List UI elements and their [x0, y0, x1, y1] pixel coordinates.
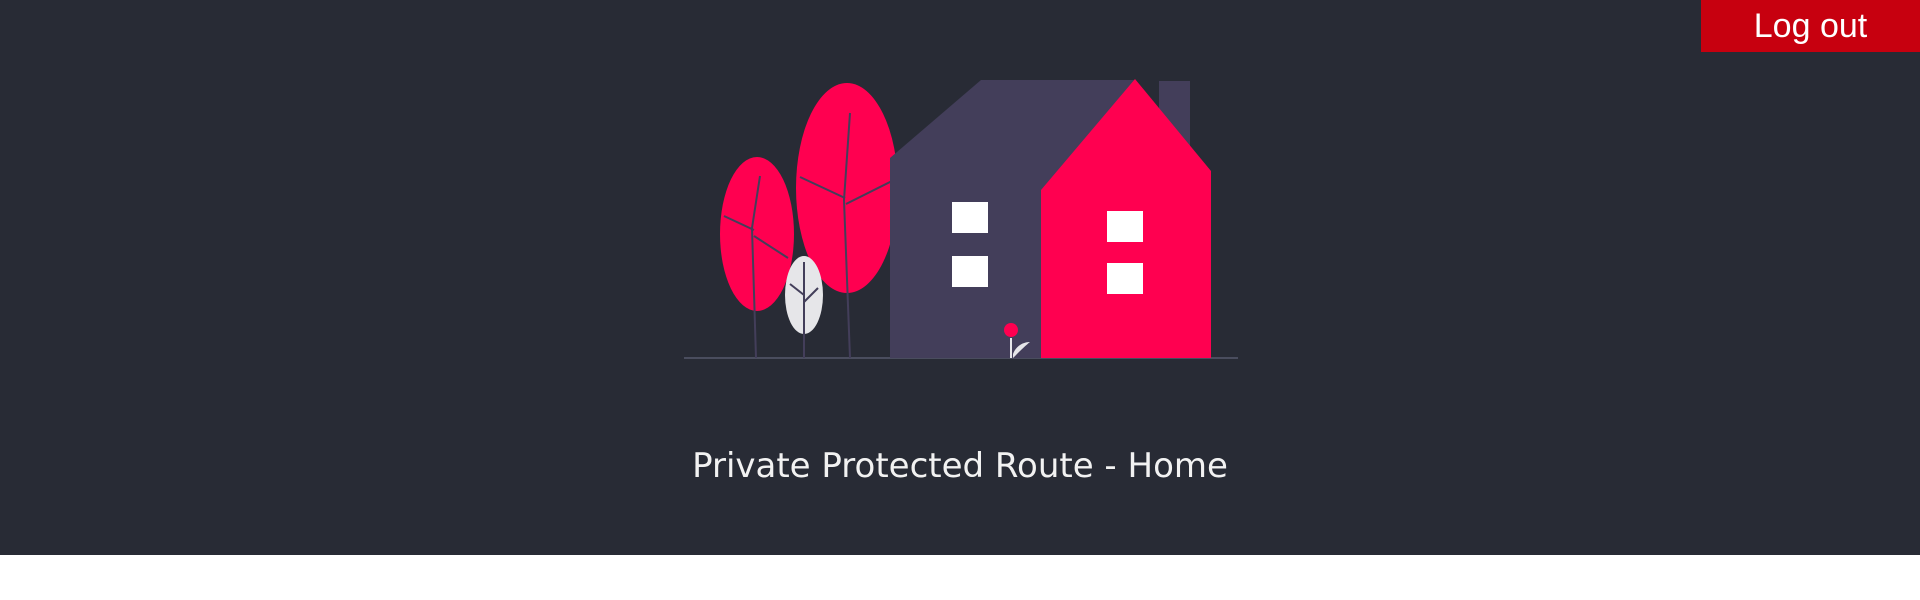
flower: [1004, 323, 1018, 337]
app-root: Log out Private Protected Route - Home: [0, 0, 1920, 555]
window: [1107, 263, 1143, 294]
logout-button[interactable]: Log out: [1701, 0, 1920, 52]
window: [952, 202, 988, 233]
tree-small-light: [785, 256, 823, 358]
window: [952, 256, 988, 287]
house-illustration: [684, 79, 1238, 359]
page-below: [0, 555, 1920, 600]
tree-left: [720, 157, 794, 359]
window: [1107, 211, 1143, 242]
page-title: Private Protected Route - Home: [692, 446, 1228, 486]
